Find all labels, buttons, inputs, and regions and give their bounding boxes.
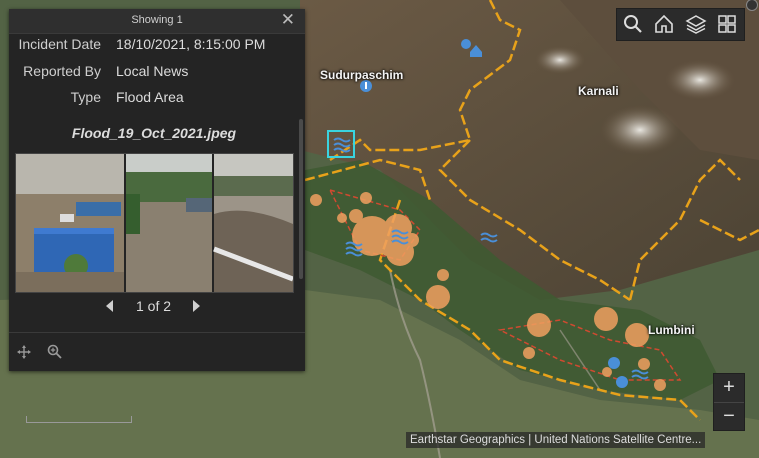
search-icon[interactable] — [622, 13, 644, 35]
popup-scrollbar[interactable] — [299, 119, 303, 279]
zoom-in-button[interactable]: + — [714, 374, 744, 403]
attribute-row: Incident Date 18/10/2021, 8:15:00 PM — [9, 36, 299, 54]
region-label-karnali: Karnali — [578, 84, 619, 98]
popup-title: Showing 1 — [131, 14, 183, 26]
zoom-out-button[interactable]: − — [714, 403, 744, 431]
feature-popup: Showing 1 ✕ Incident Date 18/10/2021, 8:… — [9, 9, 305, 371]
page-count: 1 of 2 — [136, 298, 172, 314]
dock-move-icon[interactable] — [17, 345, 31, 359]
popup-header: Showing 1 ✕ — [9, 9, 305, 34]
home-icon[interactable] — [653, 13, 675, 35]
attribute-value: Flood Area — [116, 89, 184, 105]
close-icon[interactable]: ✕ — [281, 11, 295, 29]
basemap-gallery-icon[interactable] — [716, 13, 738, 35]
media-image[interactable] — [15, 153, 294, 293]
region-label-sudurpaschim: Sudurpaschim — [320, 68, 404, 82]
media-title: Flood_19_Oct_2021.jpeg — [71, 125, 237, 141]
attribute-row: Reported By Local News — [9, 63, 299, 81]
region-label-lumbini: Lumbini — [648, 323, 695, 337]
scale-bar — [26, 416, 132, 423]
popup-footer — [9, 332, 305, 371]
attribute-value: Local News — [116, 63, 189, 79]
layers-icon[interactable] — [685, 13, 707, 35]
attribute-value: 18/10/2021, 8:15:00 PM — [116, 36, 266, 52]
map-attribution: Earthstar Geographics | United Nations S… — [406, 432, 706, 448]
attribute-key: Type — [70, 89, 101, 105]
zoom-controls: + − — [713, 373, 745, 431]
attribute-row: Type Flood Area — [9, 89, 299, 107]
map-toolbar — [616, 8, 745, 41]
next-icon[interactable] — [193, 300, 200, 312]
attribute-key: Reported By — [23, 63, 101, 79]
zoom-to-icon[interactable] — [47, 344, 63, 360]
attribute-key: Incident Date — [18, 36, 102, 52]
media-pager: 1 of 2 — [9, 298, 299, 318]
previous-icon[interactable] — [106, 300, 113, 312]
